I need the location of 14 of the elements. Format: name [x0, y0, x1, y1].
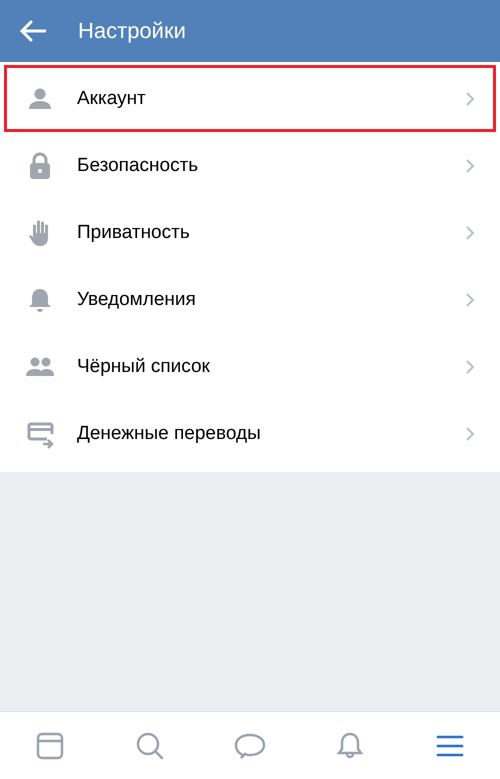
settings-item[interactable]: Уведомления: [4, 266, 496, 333]
highlighted-settings-item[interactable]: Аккаунт: [4, 65, 496, 132]
chevron-icon: [465, 426, 475, 442]
chevron-icon: [465, 292, 475, 308]
chevron-icon: [465, 158, 475, 174]
chevron-icon: [465, 358, 475, 374]
settings-item[interactable]: Безопасность: [4, 132, 496, 199]
settings-item[interactable]: Денежные переводы: [4, 400, 496, 467]
page-title: Настройки: [78, 18, 186, 44]
back-arrow-icon[interactable]: [20, 20, 46, 42]
settings-item[interactable]: Чёрный список: [4, 333, 496, 400]
chevron-icon: [465, 224, 475, 240]
chevron-icon: [465, 90, 475, 106]
settings-item[interactable]: Приватность: [4, 199, 496, 266]
